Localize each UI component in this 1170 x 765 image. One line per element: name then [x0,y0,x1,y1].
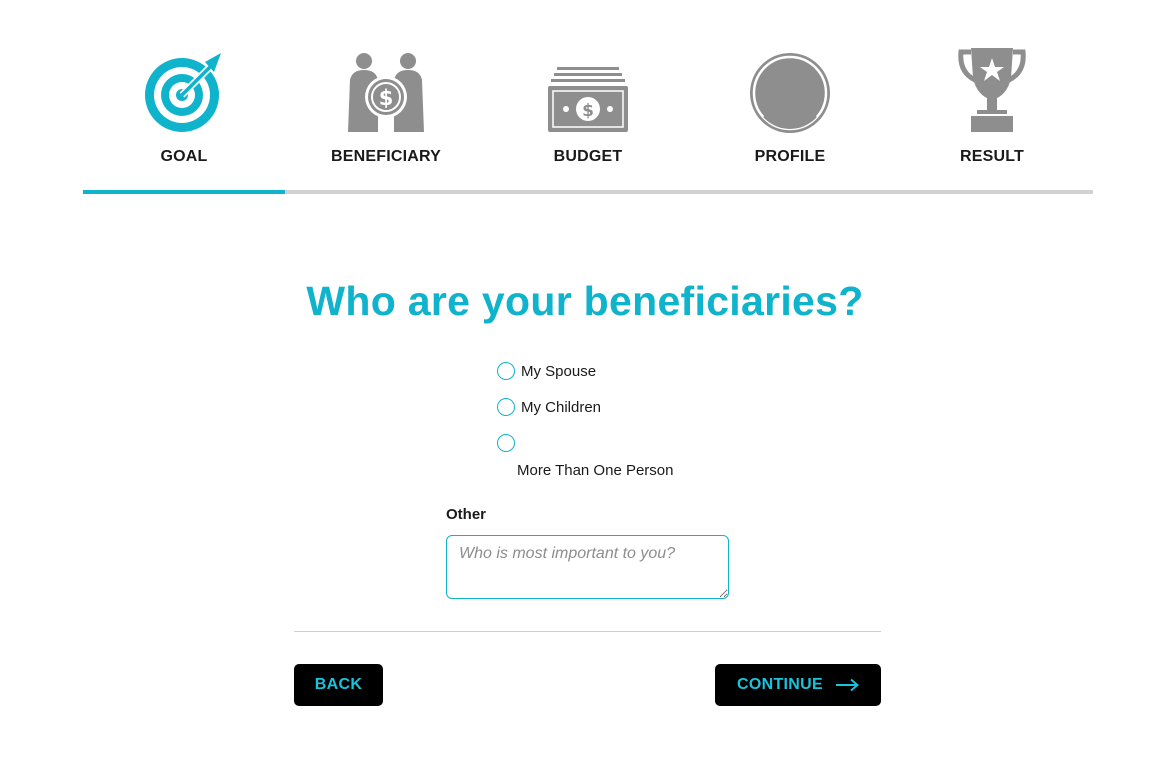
beneficiary-icon: $ [341,40,431,134]
trophy-icon [947,40,1037,134]
back-button-label: BACK [314,676,363,693]
progress-track [83,190,1093,194]
step-label-profile: PROFILE [754,148,826,165]
step-goal[interactable]: GOAL [83,40,285,166]
step-beneficiary[interactable]: $ BENEFICIARY [285,40,487,166]
step-label-beneficiary: BENEFICIARY [330,148,442,165]
step-label-result: RESULT [959,148,1024,165]
svg-text:$: $ [379,86,394,110]
arrow-right-icon [835,678,859,692]
svg-text:$: $ [582,101,594,121]
user-profile-icon [745,40,835,134]
option-label-my-children: My Children [521,398,602,416]
other-input[interactable] [446,535,729,599]
radio-my-children[interactable] [497,398,515,416]
radio-more-than-one-person[interactable] [497,434,515,452]
question-title: Who are your beneficiaries? [306,278,864,324]
continue-button-label: CONTINUE [737,676,823,693]
step-result[interactable]: RESULT [891,40,1093,166]
step-profile[interactable]: PROFILE [689,40,891,166]
other-label: Other [446,506,487,523]
option-my-spouse[interactable]: My Spouse [497,362,596,380]
target-icon [139,40,229,134]
step-budget[interactable]: $ BUDGET [487,40,689,166]
option-label-my-spouse: My Spouse [521,362,597,380]
option-more-than-one-person[interactable]: More Than One Person [497,434,673,479]
back-button[interactable]: BACK [294,664,383,706]
page: GOAL $ BENEFICIARY $ BUDGET PROFILE RESU… [0,0,1170,765]
step-label-budget: BUDGET [553,148,623,165]
radio-my-spouse[interactable] [497,362,515,380]
continue-button[interactable]: CONTINUE [715,664,881,706]
divider [294,631,881,632]
money-stack-icon: $ [543,40,633,134]
option-label-more-than-one-person: More Than One Person [517,462,674,479]
progress-stepper: GOAL $ BENEFICIARY $ BUDGET PROFILE RESU… [83,40,1093,166]
option-my-children[interactable]: My Children [497,398,601,416]
step-label-goal: GOAL [160,148,208,165]
progress-fill [83,190,285,194]
